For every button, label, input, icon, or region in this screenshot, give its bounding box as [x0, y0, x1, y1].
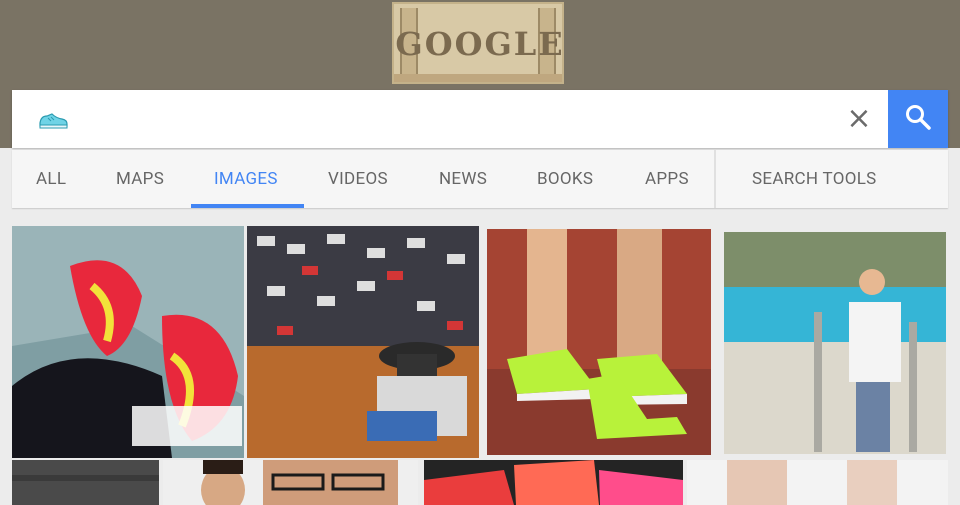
google-doodle-logo[interactable]: GOOGLE [392, 2, 564, 84]
search-input[interactable] [84, 100, 828, 140]
image-result[interactable] [724, 232, 946, 454]
tab-videos[interactable]: VIDEOS [328, 150, 388, 208]
doodle-wordmark: GOOGLE [395, 25, 565, 63]
tab-maps[interactable]: MAPS [116, 150, 164, 208]
search-tabs: ALL MAPS IMAGES VIDEOS NEWS BOOKS APPS S… [12, 150, 948, 208]
image-result[interactable] [247, 226, 479, 458]
shoe-icon [38, 110, 68, 130]
image-result[interactable] [12, 226, 244, 458]
search-tools-button[interactable]: SEARCH TOOLS [752, 150, 877, 208]
image-result[interactable] [424, 460, 683, 505]
tabs-divider [714, 150, 716, 208]
image-result[interactable] [163, 460, 418, 505]
clear-icon[interactable]: × [844, 104, 874, 134]
image-result[interactable] [687, 460, 948, 505]
search-button[interactable] [888, 90, 948, 148]
tab-all[interactable]: ALL [36, 150, 66, 208]
doodle-base [394, 74, 562, 82]
tab-news[interactable]: NEWS [439, 150, 487, 208]
search-bar: × [12, 90, 948, 148]
search-icon [904, 103, 932, 135]
image-result[interactable] [12, 460, 159, 505]
image-result[interactable] [487, 229, 711, 455]
active-tab-indicator [191, 204, 304, 208]
tab-apps[interactable]: APPS [645, 150, 689, 208]
tab-images[interactable]: IMAGES [214, 150, 278, 208]
image-results-grid [0, 210, 960, 505]
tab-books[interactable]: BOOKS [537, 150, 593, 208]
